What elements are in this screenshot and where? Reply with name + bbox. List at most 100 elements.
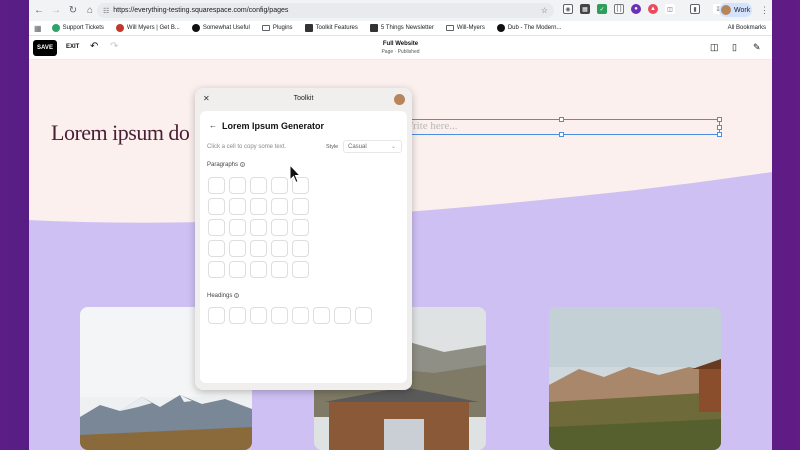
- copy-cell[interactable]: [292, 307, 309, 324]
- back-icon[interactable]: ←: [32, 4, 46, 18]
- copy-cell[interactable]: [208, 198, 225, 215]
- bracket-extension-icon[interactable]: [ ]: [614, 4, 624, 14]
- mountain-hut-image: [549, 307, 721, 450]
- profile-avatar: [721, 5, 731, 15]
- resize-handle-br[interactable]: [717, 132, 722, 137]
- bookmarks-bar: ▦ Support Tickets Will Myers | Get B... …: [29, 21, 772, 36]
- bookmark-toolkit-features[interactable]: Toolkit Features: [304, 24, 358, 32]
- copy-cell[interactable]: [313, 307, 330, 324]
- bookmark-5-things[interactable]: 5 Things Newsletter: [369, 24, 434, 32]
- squarespace-favicon: [369, 24, 378, 32]
- undo-icon[interactable]: ↶: [90, 41, 98, 52]
- style-label: Style: [326, 144, 339, 150]
- redo-icon[interactable]: ↷: [110, 41, 118, 52]
- design-brush-icon[interactable]: ✎: [753, 42, 761, 53]
- reload-icon[interactable]: ↻: [66, 4, 80, 18]
- back-arrow-icon[interactable]: ←: [209, 121, 217, 130]
- site-info-icon[interactable]: ☷: [103, 7, 109, 15]
- toolkit-panel: ✕ Toolkit ← Lorem Ipsum Generator Click …: [195, 88, 412, 390]
- bookmark-plugins[interactable]: Plugins: [261, 25, 293, 31]
- site-title[interactable]: Full Website: [329, 41, 472, 47]
- purple-extension-icon[interactable]: ●: [631, 4, 641, 14]
- copy-cell[interactable]: [208, 307, 225, 324]
- desktop-view-icon[interactable]: ◫: [710, 42, 719, 53]
- bookmark-somewhat-useful[interactable]: Somewhat Useful: [191, 24, 250, 32]
- copy-cell[interactable]: [271, 198, 288, 215]
- copy-cell[interactable]: [250, 240, 267, 257]
- headings-section-label: Headings i: [207, 293, 240, 299]
- copy-cell[interactable]: [271, 219, 288, 236]
- resize-handle-r[interactable]: [717, 125, 722, 130]
- copy-cell[interactable]: [229, 240, 246, 257]
- editor-toolbar: SAVE EXIT ↶ ↷ Full Website Page · Publis…: [29, 36, 772, 60]
- copy-cell[interactable]: [208, 240, 225, 257]
- dub-favicon: [496, 24, 505, 32]
- save-button[interactable]: SAVE: [33, 40, 57, 56]
- browser-toolbar: ← → ↻ ⌂ ☷ https://everything-testing.squ…: [29, 0, 772, 21]
- address-bar[interactable]: ☷ https://everything-testing.squarespace…: [97, 3, 554, 18]
- image-card-hut[interactable]: [549, 307, 721, 450]
- copy-cell[interactable]: [271, 307, 288, 324]
- copy-cell[interactable]: [292, 198, 309, 215]
- apps-grid-icon[interactable]: ▦: [34, 24, 42, 33]
- copy-cell[interactable]: [271, 261, 288, 278]
- home-icon[interactable]: ⌂: [83, 4, 97, 18]
- bookmark-will-myers[interactable]: Will Myers | Get B...: [115, 24, 180, 32]
- copy-cell[interactable]: [334, 307, 351, 324]
- copy-cell[interactable]: [250, 198, 267, 215]
- copy-cell[interactable]: [250, 307, 267, 324]
- extensions-row: ◉ ▦ ✓ [ ] ● ▲ ◫ ▮ ↧: [563, 4, 723, 14]
- text-block-selected[interactable]: Write here...: [400, 117, 722, 137]
- info-icon[interactable]: i: [234, 293, 240, 298]
- copy-cell[interactable]: [355, 307, 372, 324]
- shield-extension-icon[interactable]: ▲: [648, 4, 658, 14]
- copy-cell[interactable]: [250, 177, 267, 194]
- style-select[interactable]: Casual ⌄: [343, 140, 402, 153]
- info-icon[interactable]: i: [240, 162, 246, 167]
- chrome-menu-icon[interactable]: ⋮: [760, 5, 769, 16]
- toolkit-body: ← Lorem Ipsum Generator Click a cell to …: [200, 111, 407, 383]
- forward-icon[interactable]: →: [49, 4, 63, 18]
- support-favicon: [51, 24, 60, 32]
- copy-cell[interactable]: [271, 177, 288, 194]
- bookmark-will-myers-folder[interactable]: Will-Myers: [445, 25, 485, 31]
- copy-cell[interactable]: [229, 198, 246, 215]
- copy-cell[interactable]: [292, 261, 309, 278]
- url-text: https://everything-testing.squarespace.c…: [113, 7, 289, 14]
- copy-cell[interactable]: [229, 307, 246, 324]
- copy-cell[interactable]: [208, 219, 225, 236]
- copy-cell[interactable]: [250, 219, 267, 236]
- mobile-view-icon[interactable]: ▯: [732, 42, 737, 53]
- style-select-value: Casual: [348, 143, 367, 150]
- profile-button[interactable]: Work: [719, 3, 752, 17]
- bookmark-support-tickets[interactable]: Support Tickets: [51, 24, 104, 32]
- resize-handle-tr[interactable]: [717, 117, 722, 122]
- copy-cell[interactable]: [271, 240, 288, 257]
- copy-cell[interactable]: [208, 261, 225, 278]
- bookmark-star-icon[interactable]: ☆: [541, 6, 548, 15]
- mouse-cursor-icon: [289, 164, 301, 184]
- bookmark-dub[interactable]: Dub - The Modern...: [496, 24, 561, 32]
- copy-cell[interactable]: [250, 261, 267, 278]
- resize-handle-t[interactable]: [559, 117, 564, 122]
- grid-extension-icon[interactable]: ▦: [580, 4, 590, 14]
- copy-cell[interactable]: [229, 219, 246, 236]
- toolkit-header: ✕ Toolkit: [195, 88, 412, 110]
- resize-handle-b[interactable]: [559, 132, 564, 137]
- exit-button[interactable]: EXIT: [66, 44, 79, 50]
- side-panel-icon[interactable]: ▮: [690, 4, 700, 14]
- green-extension-icon[interactable]: ✓: [597, 4, 607, 14]
- copy-cell[interactable]: [229, 177, 246, 194]
- hero-heading[interactable]: Lorem ipsum do: [51, 120, 190, 146]
- camera-extension-icon[interactable]: ◉: [563, 4, 573, 14]
- generator-title: Lorem Ipsum Generator: [222, 121, 325, 131]
- all-bookmarks-button[interactable]: All Bookmarks: [728, 25, 766, 31]
- copy-cell[interactable]: [208, 177, 225, 194]
- puzzle-extension-icon[interactable]: ◫: [665, 4, 675, 14]
- profile-label: Work: [734, 6, 751, 14]
- copy-cell[interactable]: [229, 261, 246, 278]
- copy-cell[interactable]: [292, 219, 309, 236]
- toolkit-avatar[interactable]: [394, 94, 405, 105]
- browser-window: ← → ↻ ⌂ ☷ https://everything-testing.squ…: [29, 0, 772, 450]
- copy-cell[interactable]: [292, 240, 309, 257]
